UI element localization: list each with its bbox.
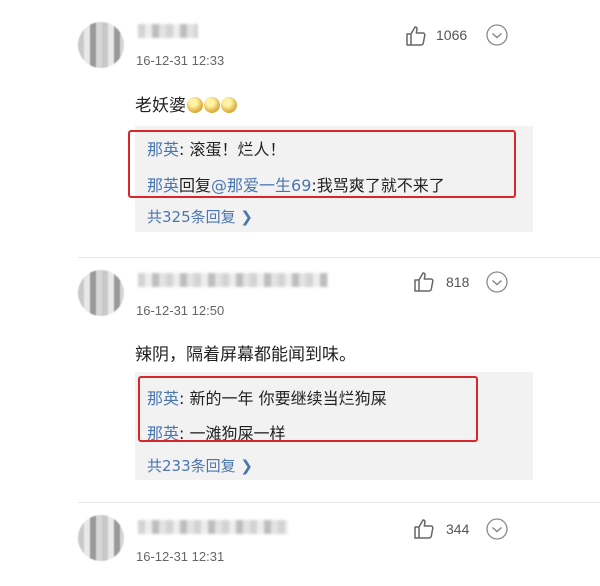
username-blurred[interactable] xyxy=(138,24,198,38)
like-count: 818 xyxy=(446,274,470,290)
avatar[interactable] xyxy=(78,22,124,68)
more-menu-icon[interactable] xyxy=(485,23,509,47)
thumbs-up-icon[interactable] xyxy=(412,517,436,541)
comment-timestamp: 16-12-31 12:50 xyxy=(136,303,225,318)
emoji-icon xyxy=(204,97,220,113)
comment-text: 老妖婆 xyxy=(135,91,237,116)
more-menu-icon[interactable] xyxy=(485,517,509,541)
username-blurred[interactable] xyxy=(138,520,288,534)
comment-timestamp: 16-12-31 12:33 xyxy=(136,53,225,68)
avatar[interactable] xyxy=(78,515,124,561)
thumbs-up-icon[interactable] xyxy=(412,270,436,294)
username-blurred[interactable] xyxy=(138,273,328,287)
highlight-frame xyxy=(128,130,516,198)
emoji-icon xyxy=(187,97,203,113)
divider xyxy=(78,257,600,258)
thumbs-up-icon[interactable] xyxy=(404,24,428,48)
highlight-frame xyxy=(138,376,478,442)
like-count: 344 xyxy=(446,521,470,537)
divider xyxy=(78,502,600,503)
comment-text-content: 老妖婆 xyxy=(135,96,186,116)
view-all-replies-link[interactable]: 共233条回复 ❯ xyxy=(147,455,253,476)
emoji-icon xyxy=(221,97,237,113)
comment-timestamp: 16-12-31 12:31 xyxy=(136,549,225,564)
avatar[interactable] xyxy=(78,270,124,316)
view-all-replies-link[interactable]: 共325条回复 ❯ xyxy=(147,206,253,227)
more-menu-icon[interactable] xyxy=(485,270,509,294)
like-count: 1066 xyxy=(436,27,468,43)
comment-text: 辣阴，隔着屏幕都能闻到味。 xyxy=(135,345,356,365)
